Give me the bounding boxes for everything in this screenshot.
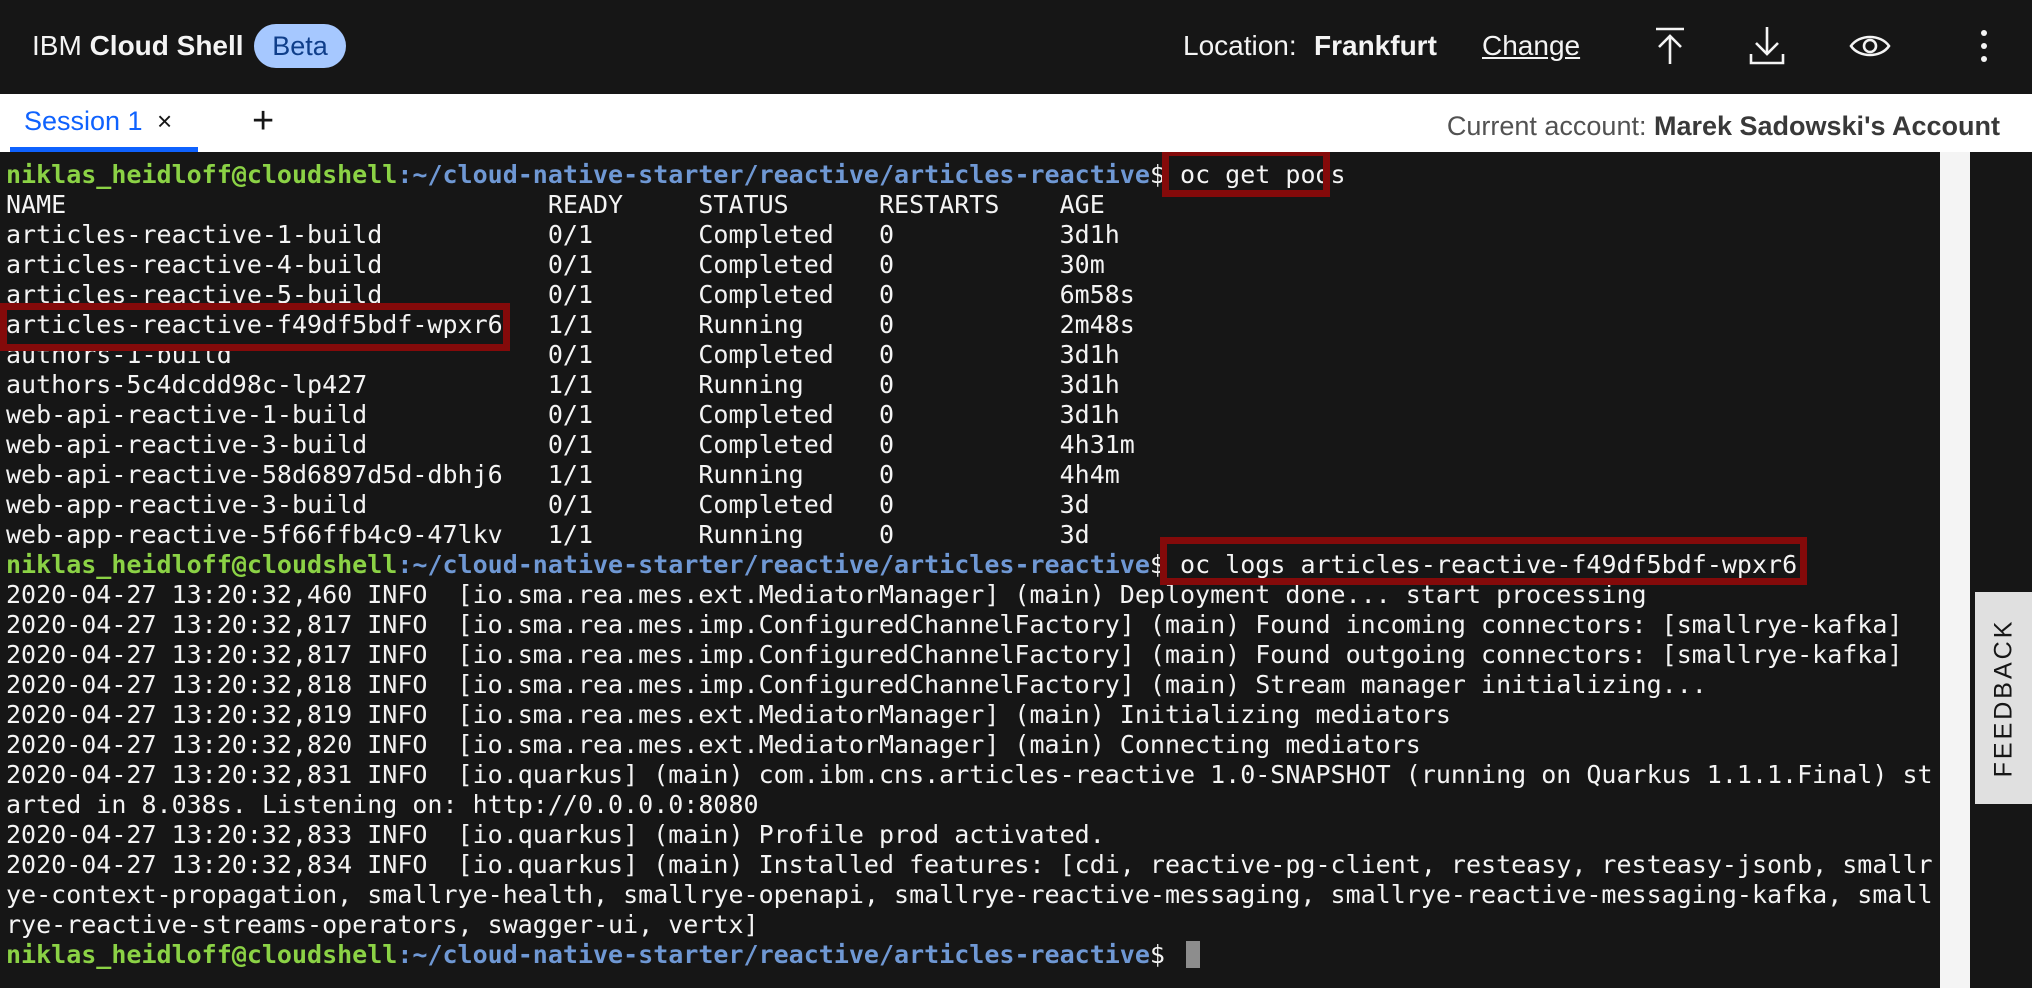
terminal-output-line: web-api-reactive-58d6897d5d-dbhj6 1/1 Ru… [6,460,1120,489]
terminal-scrollbar[interactable] [1940,152,1970,988]
prompt-user: niklas_heidloff@cloudshell [6,940,398,969]
terminal-output-line: authors-1-build 0/1 Completed 0 3d1h [6,340,1120,369]
right-rail [1970,152,2032,988]
product-title: IBM Cloud Shell [32,28,244,64]
terminal-output-line: 2020-04-27 13:20:32,834 INFO [io.quarkus… [6,850,1933,879]
terminal-prompt-line: niklas_heidloff@cloudshell:~/cloud-nativ… [6,940,1933,970]
beta-badge: Beta [254,24,346,68]
upload-icon[interactable] [1646,22,1694,70]
current-account: Current account: Marek Sadowski's Accoun… [1447,109,2000,143]
terminal-command: oc get pods [1180,160,1346,189]
terminal-output-line: 2020-04-27 13:20:32,817 INFO [io.sma.rea… [6,640,1903,669]
prompt-dollar: $ [1149,550,1181,579]
terminal-lines: niklas_heidloff@cloudshell:~/cloud-nativ… [6,160,1933,970]
terminal-output-line: NAME READY STATUS RESTARTS AGE [6,190,1105,219]
add-session-button[interactable]: + [252,102,274,140]
terminal-output-line: 2020-04-27 13:20:32,818 INFO [io.sma.rea… [6,670,1707,699]
tab-label: Session 1 [24,106,143,136]
terminal-output-line: ye-context-propagation, smallrye-health,… [6,880,1933,909]
eye-icon[interactable] [1846,22,1894,70]
terminal-output-line: 2020-04-27 13:20:32,819 INFO [io.sma.rea… [6,700,1451,729]
terminal-output-line: 2020-04-27 13:20:32,833 INFO [io.quarkus… [6,820,1105,849]
terminal-cursor[interactable] [1186,941,1201,968]
terminal-output-line: web-api-reactive-3-build 0/1 Completed 0… [6,430,1135,459]
terminal-output-line: articles-reactive-4-build 0/1 Completed … [6,250,1105,279]
location-label: Location: [1183,30,1297,61]
prompt-dollar: $ [1149,940,1181,969]
terminal-output-line: arted in 8.038s. Listening on: http://0.… [6,790,759,819]
terminal-output-line: web-app-reactive-3-build 0/1 Completed 0… [6,490,1090,519]
terminal-output-line: 2020-04-27 13:20:32,820 INFO [io.sma.rea… [6,730,1421,759]
terminal-output-line: articles-reactive-5-build 0/1 Completed … [6,280,1135,309]
feedback-label: FEEDBACK [1989,618,2017,778]
terminal-output-line: web-app-reactive-5f66ffb4c9-47lkv 1/1 Ru… [6,520,1090,549]
prompt-path: :~/cloud-native-starter/reactive/article… [397,550,1150,579]
feedback-button[interactable]: FEEDBACK [1975,592,2032,804]
terminal-prompt-line: niklas_heidloff@cloudshell:~/cloud-nativ… [6,550,1933,580]
prompt-path: :~/cloud-native-starter/reactive/article… [397,940,1150,969]
terminal-output-line: rye-reactive-streams-operators, swagger-… [6,910,759,939]
session-tab-bar: Session 1 × + Current account: Marek Sad… [0,94,2032,152]
terminal-output-line: articles-reactive-1-build 0/1 Completed … [6,220,1120,249]
terminal-command: oc logs articles-reactive-f49df5bdf-wpxr… [1180,550,1798,579]
prompt-path: :~/cloud-native-starter/reactive/article… [397,160,1150,189]
tab-session-1[interactable]: Session 1 × [10,94,198,152]
terminal-output-line: 2020-04-27 13:20:32,817 INFO [io.sma.rea… [6,610,1903,639]
top-header-bar: IBM Cloud Shell Beta Location: Frankfurt… [0,0,2032,94]
account-name: Marek Sadowski's Account [1653,111,2000,141]
overflow-menu-icon[interactable] [1960,22,2008,70]
change-location-link[interactable]: Change [1482,28,1580,64]
download-icon[interactable] [1743,22,1791,70]
terminal-output-line: articles-reactive-f49df5bdf-wpxr6 1/1 Ru… [6,310,1135,339]
terminal-output-line: web-api-reactive-1-build 0/1 Completed 0… [6,400,1120,429]
terminal-output-line: 2020-04-27 13:20:32,460 INFO [io.sma.rea… [6,580,1647,609]
location-value: Frankfurt [1314,30,1437,61]
prompt-user: niklas_heidloff@cloudshell [6,550,398,579]
prompt-dollar: $ [1149,160,1181,189]
terminal-output-line: 2020-04-27 13:20:32,831 INFO [io.quarkus… [6,760,1933,789]
brand-name: Cloud Shell [89,30,244,61]
terminal-output[interactable]: niklas_heidloff@cloudshell:~/cloud-nativ… [0,152,1940,988]
brand-prefix: IBM [32,30,82,61]
close-icon[interactable]: × [157,104,172,138]
terminal-output-line: authors-5c4dcdd98c-lp427 1/1 Running 0 3… [6,370,1120,399]
terminal-prompt-line: niklas_heidloff@cloudshell:~/cloud-nativ… [6,160,1933,190]
account-label: Current account: [1446,111,1654,141]
prompt-user: niklas_heidloff@cloudshell [6,160,398,189]
